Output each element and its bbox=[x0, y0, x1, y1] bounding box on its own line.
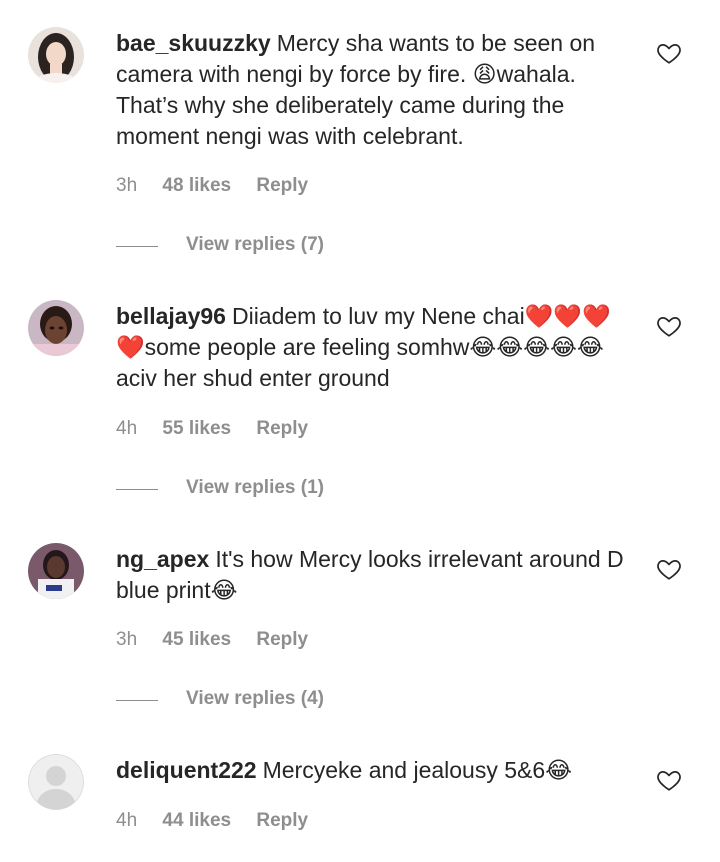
comment-text: deliquent222 Mercyeke and jealousy 5&6😂 bbox=[116, 755, 636, 786]
user-avatar[interactable] bbox=[28, 300, 84, 356]
reply-button[interactable]: Reply bbox=[256, 810, 308, 831]
comment-time: 4h bbox=[116, 418, 138, 439]
comment-likes[interactable]: 48 likes bbox=[162, 175, 231, 196]
user-avatar[interactable] bbox=[28, 543, 84, 599]
comment-likes[interactable]: 44 likes bbox=[162, 810, 231, 831]
comment-username[interactable]: bae_skuuzzky bbox=[116, 30, 271, 56]
view-replies-label[interactable]: View replies (7) bbox=[186, 234, 324, 256]
like-heart-icon[interactable] bbox=[656, 556, 682, 582]
reply-button[interactable]: Reply bbox=[256, 418, 308, 439]
like-heart-icon[interactable] bbox=[656, 767, 682, 793]
comment-time: 4h bbox=[116, 810, 138, 831]
reply-button[interactable]: Reply bbox=[256, 175, 308, 196]
default-user-avatar[interactable] bbox=[28, 754, 84, 810]
comment-meta: 4h 44 likes Reply bbox=[116, 810, 328, 832]
replies-divider bbox=[116, 489, 158, 490]
view-replies-label[interactable]: View replies (4) bbox=[186, 688, 324, 710]
comment-text: bellajay96 Diiadem to luv my Nene chai❤️❤… bbox=[116, 301, 636, 394]
comment-body: Mercyeke and jealousy 5&6😂 bbox=[262, 757, 573, 783]
comment-meta: 4h 55 likes Reply bbox=[116, 418, 328, 440]
comment-text: ng_apex It's how Mercy looks irrelevant a… bbox=[116, 544, 636, 606]
comment-username[interactable]: deliquent222 bbox=[116, 757, 257, 783]
comment-likes[interactable]: 55 likes bbox=[162, 418, 231, 439]
comment-meta: 3h 48 likes Reply bbox=[116, 175, 328, 197]
like-heart-icon[interactable] bbox=[656, 313, 682, 339]
comment-likes[interactable]: 45 likes bbox=[162, 629, 231, 650]
comment-time: 3h bbox=[116, 175, 138, 196]
comment-username[interactable]: bellajay96 bbox=[116, 303, 226, 329]
comment-time: 3h bbox=[116, 629, 138, 650]
view-replies-label[interactable]: View replies (1) bbox=[186, 477, 324, 499]
comment-text: bae_skuuzzky Mercy sha wants to be seen o… bbox=[116, 28, 636, 152]
replies-divider bbox=[116, 700, 158, 701]
replies-divider bbox=[116, 246, 158, 247]
comment-meta: 3h 45 likes Reply bbox=[116, 629, 328, 651]
comment-username[interactable]: ng_apex bbox=[116, 546, 209, 572]
reply-button[interactable]: Reply bbox=[256, 629, 308, 650]
user-avatar[interactable] bbox=[28, 27, 84, 83]
like-heart-icon[interactable] bbox=[656, 40, 682, 66]
